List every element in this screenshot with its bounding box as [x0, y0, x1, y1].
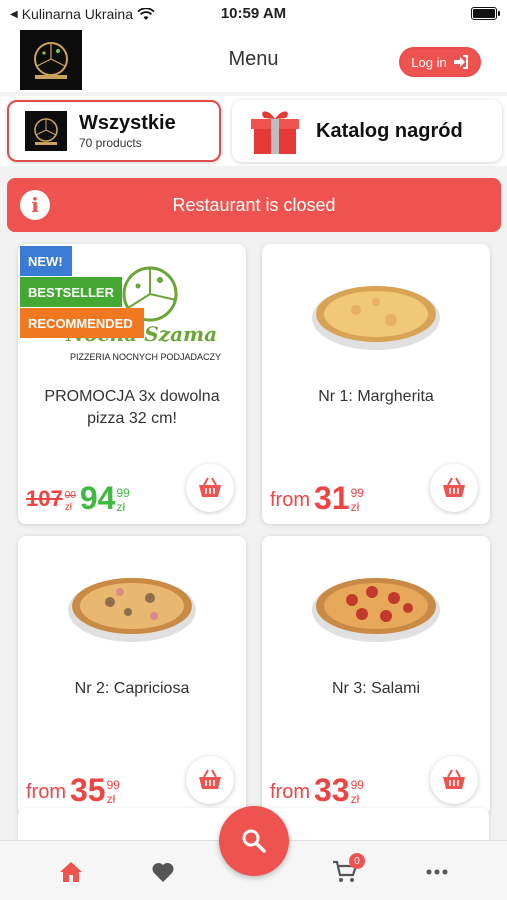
price-cents: 99	[350, 778, 364, 792]
price-cents: 99	[350, 486, 364, 500]
basket-icon	[199, 477, 221, 497]
add-to-cart-button[interactable]	[186, 464, 234, 512]
product-price: 107 00 zł 94 99 zł	[26, 482, 130, 514]
category-rewards[interactable]: Katalog nagród	[232, 100, 502, 162]
price-cents: 99	[106, 778, 120, 792]
old-price-cents: 00	[64, 490, 76, 501]
add-to-cart-button[interactable]	[430, 756, 478, 804]
category-name: Katalog nagród	[316, 119, 463, 142]
nav-home[interactable]	[56, 859, 86, 885]
product-image	[262, 260, 490, 370]
banner-text: Restaurant is closed	[172, 194, 336, 215]
gift-icon	[251, 111, 299, 154]
home-icon	[60, 862, 82, 882]
product-price: from 31 99 zł	[270, 482, 364, 514]
status-bar: ◀ Kulinarna Ukraina 10:59 AM	[0, 0, 507, 28]
price-currency: zł	[116, 500, 126, 514]
category-bar: Wszystkie 70 products Katalog nagród	[0, 96, 507, 166]
basket-icon	[199, 769, 221, 789]
product-name: Nr 1: Margherita	[318, 388, 434, 405]
search-icon	[242, 829, 266, 853]
category-all[interactable]: Wszystkie 70 products	[7, 100, 221, 162]
cart-count-badge: 0	[349, 853, 365, 869]
category-logo	[25, 111, 67, 151]
product-card[interactable]: Nr 1: Margherita from 31 99 zł	[262, 244, 490, 524]
more-icon	[426, 869, 448, 875]
info-icon: i	[20, 190, 50, 220]
heart-icon	[152, 862, 174, 882]
price-from-label: from	[270, 781, 310, 803]
price-integer: 35	[70, 772, 106, 808]
product-name: Nr 2: Capriciosa	[74, 680, 190, 697]
category-name: Wszystkie	[79, 112, 176, 134]
category-count: 70 products	[79, 136, 142, 150]
app-header: Menu Log in	[0, 28, 507, 92]
product-price: from 35 99 zł	[26, 774, 120, 806]
basket-icon	[443, 477, 465, 497]
old-price: 107	[26, 486, 63, 511]
product-card[interactable]: Nr 3: Salami from 33 99 zł	[262, 536, 490, 816]
price-currency: zł	[350, 792, 360, 806]
price-cents: 99	[116, 486, 130, 500]
basket-icon	[443, 769, 465, 789]
pizza-logo-icon	[34, 118, 58, 145]
nav-cart[interactable]: 0	[330, 853, 365, 885]
nav-favorites[interactable]	[148, 859, 178, 885]
price-from-label: from	[26, 781, 66, 803]
add-to-cart-button[interactable]	[186, 756, 234, 804]
product-price: from 33 99 zł	[270, 774, 364, 806]
add-to-cart-button[interactable]	[430, 464, 478, 512]
product-name: Nr 3: Salami	[331, 680, 421, 697]
badge-recommended: RECOMMENDED	[20, 308, 144, 338]
product-card[interactable]: Nr 2: Capriciosa from 35 99 zł	[18, 536, 246, 816]
nav-more[interactable]	[422, 859, 452, 885]
brand-tagline: PIZZERIA NOCNYCH PODJADACZY	[70, 352, 222, 362]
login-button[interactable]: Log in	[399, 47, 481, 77]
login-label: Log in	[411, 54, 447, 70]
price-integer: 94	[79, 480, 116, 516]
old-price-currency: zł	[64, 502, 72, 513]
pizza-salami-icon	[312, 578, 440, 642]
product-name: PROMOCJA 3x dowolna pizza 32 cm!	[44, 388, 220, 427]
battery-icon	[471, 7, 500, 20]
price-integer: 33	[314, 772, 350, 808]
clock: 10:59 AM	[220, 5, 287, 22]
price-from-label: from	[270, 489, 310, 511]
restaurant-closed-banner: i Restaurant is closed	[7, 178, 501, 232]
app-screen: ◀ Kulinarna Ukraina 10:59 AM Menu Log in	[0, 0, 507, 900]
product-image	[262, 552, 490, 662]
pizza-margherita-icon	[312, 286, 440, 350]
product-image	[18, 552, 246, 662]
badge-bestseller: BESTSELLER	[20, 277, 122, 307]
login-arrow-icon	[453, 55, 468, 69]
price-integer: 31	[314, 480, 350, 516]
pizza-capriciosa-icon	[68, 578, 196, 642]
price-currency: zł	[106, 792, 116, 806]
price-currency: zł	[350, 500, 360, 514]
badge-new: NEW!	[20, 246, 72, 276]
search-button[interactable]	[219, 806, 289, 876]
